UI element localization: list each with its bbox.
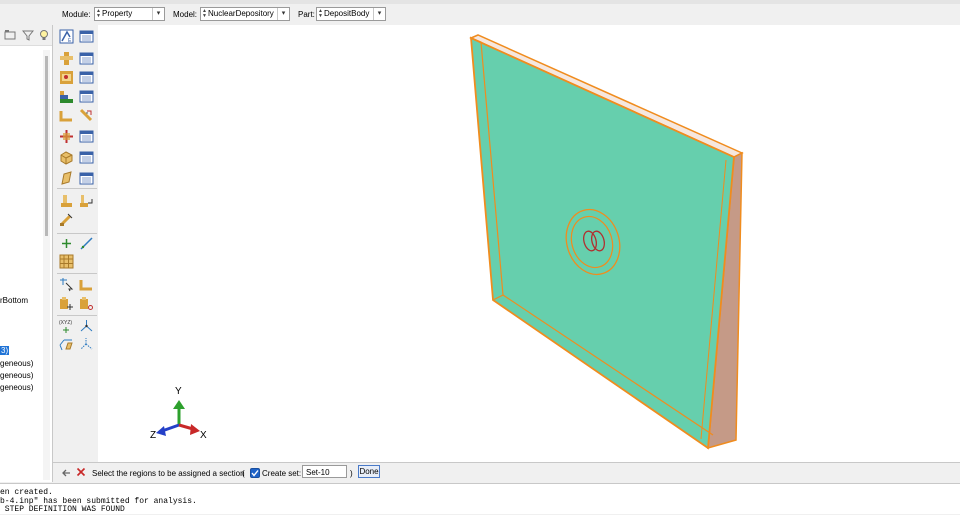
part-value: DepositBody — [324, 9, 370, 18]
viewport[interactable]: Y Z X — [98, 25, 960, 462]
cancel-icon[interactable] — [76, 467, 86, 477]
prompt-close-paren: ) — [350, 469, 353, 478]
assign-beam-orientation-icon[interactable] — [59, 108, 74, 123]
lightbulb-icon[interactable] — [38, 29, 50, 41]
module-value: Property — [102, 9, 133, 18]
model-combo[interactable]: ▲ ▼ NuclearDepository ▾ — [200, 7, 290, 21]
tree-item[interactable]: rBottom — [0, 296, 28, 305]
chevron-down-icon[interactable]: ▾ — [277, 8, 289, 20]
done-button[interactable]: Done — [358, 465, 380, 478]
module-combo[interactable]: ▲ ▼ Property ▾ — [94, 7, 165, 21]
axis-y-label: Y — [175, 386, 182, 397]
spin-icon[interactable]: ▲ ▼ — [318, 9, 323, 19]
datum-csys-two-lines-icon[interactable] — [79, 337, 94, 352]
special-springs-icon[interactable] — [79, 193, 94, 208]
toolbox-divider — [57, 273, 97, 274]
context-bar: Module: ▲ ▼ Property ▾ Model: ▲ ▼ NuclearD… — [0, 4, 960, 26]
part-label: Part: — [298, 10, 315, 19]
property-toolbox: E n (XYZ) — [53, 25, 99, 462]
create-datum-axis-icon[interactable] — [79, 236, 94, 251]
datum-plane-icon[interactable] — [59, 337, 74, 352]
tree-item[interactable]: geneous) — [0, 359, 33, 368]
axis-x-label: X — [200, 430, 207, 441]
folder-icon[interactable] — [4, 29, 16, 41]
message-line: STEP DEFINITION WAS FOUND — [0, 505, 125, 514]
back-arrow-icon[interactable] — [61, 468, 71, 478]
toolbox-divider — [57, 233, 97, 234]
chevron-down-icon[interactable]: ▾ — [373, 8, 385, 20]
assign-section-icon[interactable] — [59, 70, 74, 85]
part-combo[interactable]: ▲ ▼ DepositBody ▾ — [316, 7, 386, 21]
message-area[interactable]: en created. b-4.inp" has been submitted … — [0, 483, 960, 514]
create-stringer-icon[interactable] — [59, 171, 74, 186]
prompt-instruction: Select the regions to be assigned a sect… — [92, 469, 245, 478]
tree-item-selected[interactable]: 3) — [0, 346, 10, 355]
done-button-label: Done — [359, 467, 379, 476]
assign-normal-icon[interactable]: n — [79, 108, 94, 123]
prompt-area: Select the regions to be assigned a sect… — [53, 462, 960, 483]
filter-icon[interactable] — [22, 29, 34, 41]
tree-scroll-thumb[interactable] — [45, 56, 48, 236]
set-name-value: Set-10 — [306, 468, 330, 477]
chevron-down-icon[interactable]: ▾ — [152, 8, 164, 20]
model-value: NuclearDepository — [208, 9, 274, 18]
datum-csys-icon[interactable]: (XYZ) — [59, 319, 74, 334]
create-set-label: Create set: — [262, 469, 302, 478]
module-label: Module: — [62, 10, 91, 19]
skin-manager-icon[interactable] — [79, 150, 94, 165]
model-label: Model: — [173, 10, 198, 19]
part-front-face — [469, 36, 735, 450]
query-select-icon[interactable] — [59, 277, 74, 292]
section-assignment-manager-icon[interactable] — [79, 70, 94, 85]
partition-grid-icon[interactable] — [59, 254, 74, 269]
create-material-icon[interactable]: E — [59, 29, 74, 44]
engineering-features-icon[interactable] — [59, 212, 74, 227]
create-section-icon[interactable] — [59, 51, 74, 66]
toolbox-divider — [57, 188, 97, 189]
section-manager-icon[interactable] — [79, 51, 94, 66]
spin-icon[interactable]: ▲ ▼ — [202, 9, 207, 19]
set-name-input[interactable]: Set-10 — [302, 465, 347, 478]
create-set-checkbox[interactable] — [250, 468, 260, 478]
tree-item[interactable]: geneous) — [0, 383, 33, 392]
special-inertia-icon[interactable] — [59, 193, 74, 208]
create-surface-icon[interactable] — [79, 296, 94, 311]
datum-csys-three-points-icon[interactable] — [79, 319, 94, 334]
spin-icon[interactable]: ▲ ▼ — [96, 9, 101, 19]
tree-toolbar — [0, 25, 52, 46]
svg-text:(XYZ): (XYZ) — [59, 320, 72, 326]
assign-material-orientation-icon[interactable] — [59, 129, 74, 144]
create-datum-point-icon[interactable] — [59, 236, 74, 251]
part-canvas[interactable] — [98, 25, 960, 462]
axis-z-label: Z — [150, 430, 157, 441]
set-tool-icon[interactable] — [79, 277, 94, 292]
create-profile-icon[interactable] — [59, 89, 74, 104]
material-manager-icon[interactable] — [79, 29, 94, 44]
orientation-manager-icon[interactable] — [79, 129, 94, 144]
stringer-manager-icon[interactable] — [79, 171, 94, 186]
profile-manager-icon[interactable] — [79, 89, 94, 104]
create-set-icon[interactable] — [59, 296, 74, 311]
tree-item[interactable]: geneous) — [0, 371, 33, 380]
svg-text:n: n — [86, 110, 88, 115]
prompt-open-paren: ( — [242, 469, 245, 478]
toolbox-divider — [57, 315, 97, 316]
create-skin-icon[interactable] — [59, 150, 74, 165]
